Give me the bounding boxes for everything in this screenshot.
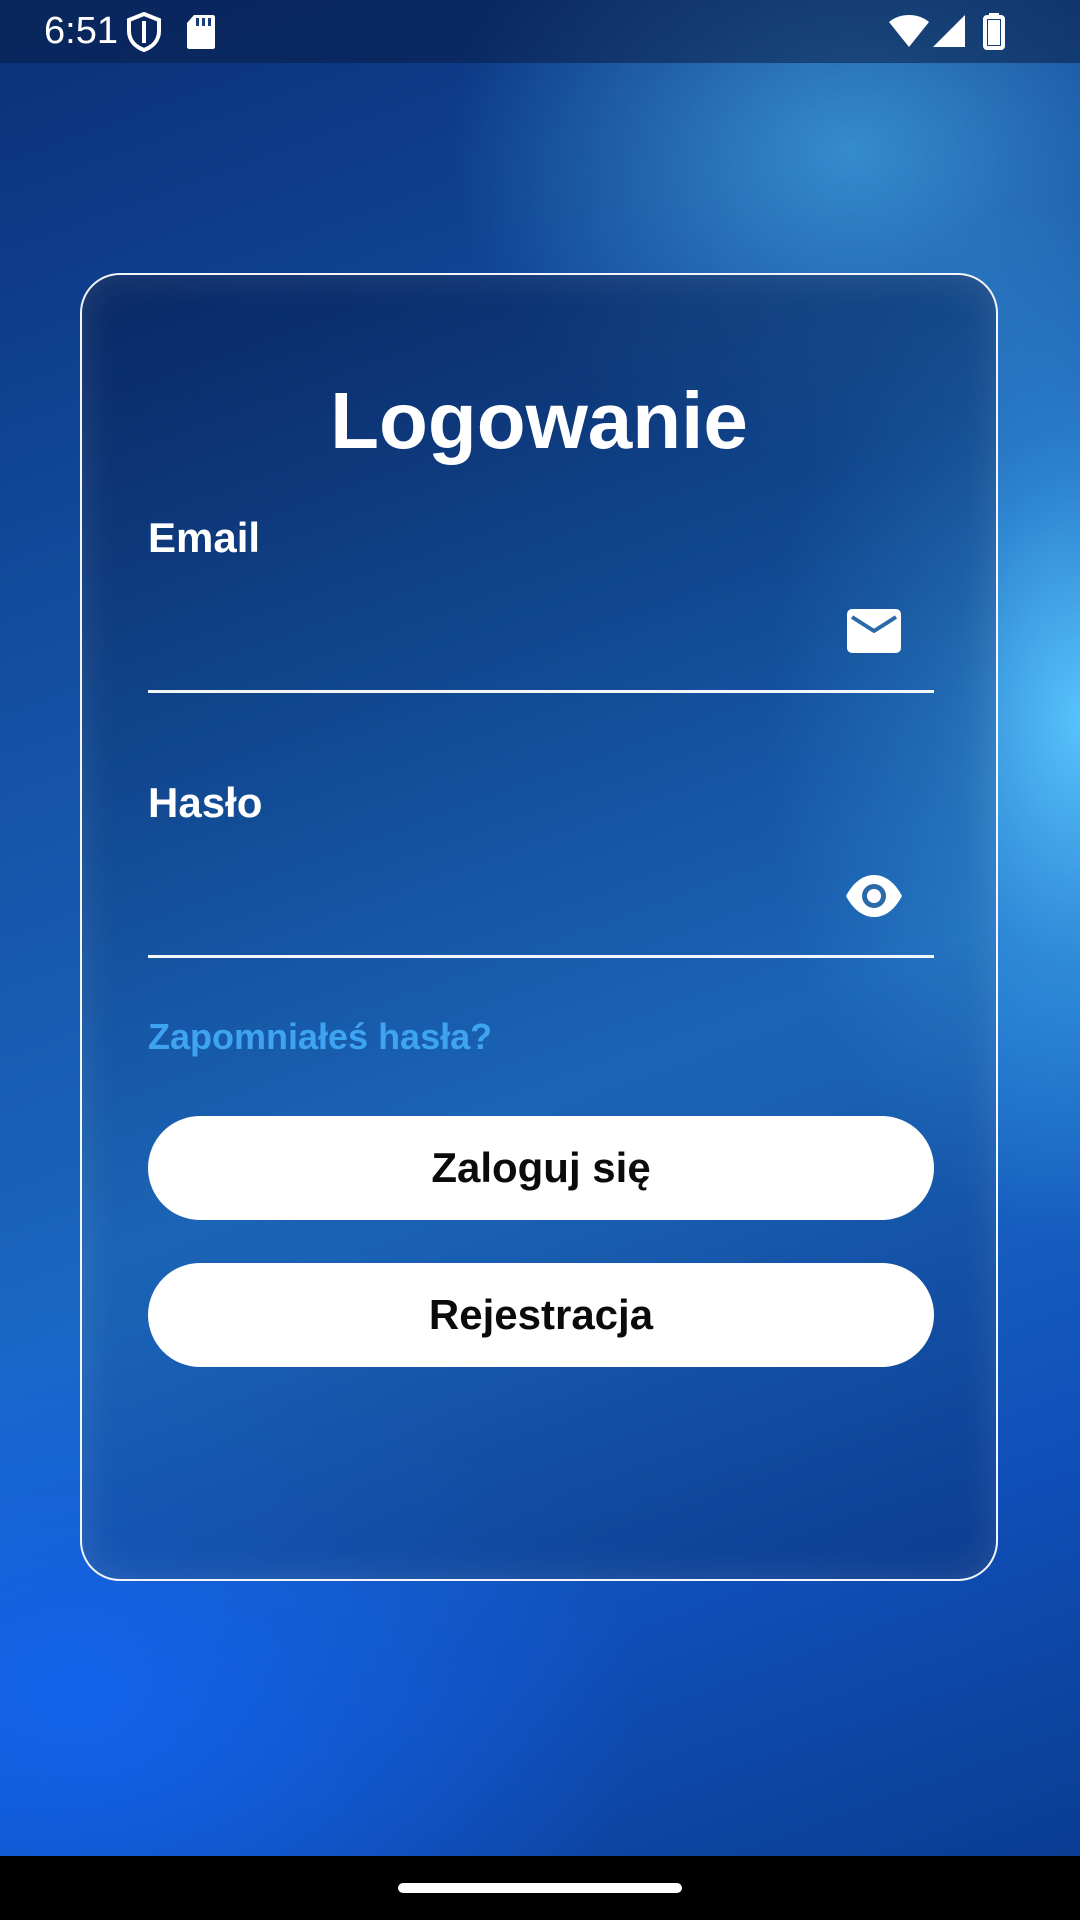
page-title: Logowanie (330, 376, 748, 465)
password-field[interactable] (148, 858, 934, 958)
eye-icon[interactable] (844, 871, 904, 921)
register-button[interactable]: Rejestracja (148, 1263, 934, 1367)
status-time: 6:51 (44, 10, 118, 52)
password-label: Hasło (148, 779, 263, 826)
email-label: Email (148, 514, 261, 561)
navigation-bar (0, 1856, 1080, 1920)
mail-icon (847, 609, 901, 653)
email-field[interactable] (148, 593, 934, 693)
sd-card-icon (187, 15, 215, 49)
login-screen: 6:51 Logowanie Email Hasło Zapomniałeś h… (0, 0, 1080, 1920)
login-button[interactable]: Zaloguj się (148, 1116, 934, 1220)
forgot-password-link[interactable]: Zapomniałeś hasła? (148, 1015, 492, 1059)
status-bar: 6:51 (0, 0, 1080, 63)
shield-icon (127, 12, 161, 52)
home-handle[interactable] (398, 1883, 682, 1893)
login-card: Logowanie Email Hasło Zapomniałeś hasła?… (80, 273, 998, 1581)
wifi-icon (889, 15, 929, 47)
signal-icon (933, 15, 965, 47)
battery-icon (983, 13, 1005, 50)
